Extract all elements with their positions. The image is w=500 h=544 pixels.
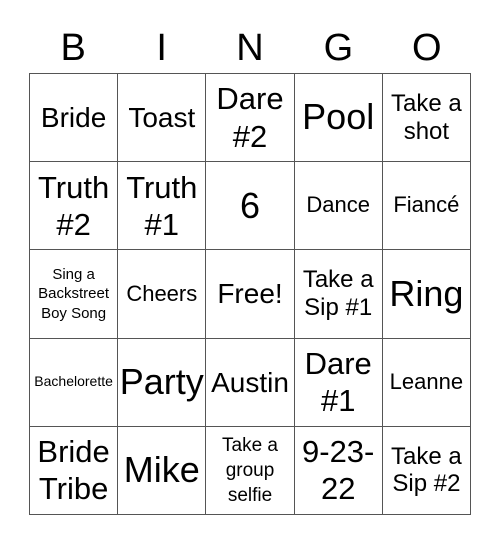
bingo-cell[interactable]: Dare #1 <box>294 338 383 427</box>
header-letter-n: N <box>236 27 264 69</box>
bingo-cell[interactable]: Fiancé <box>382 162 471 251</box>
bingo-cell[interactable]: Take a Sip #2 <box>382 426 471 515</box>
bingo-cell[interactable]: Take a shot <box>382 74 471 163</box>
bingo-cell[interactable]: Cheers <box>118 250 207 339</box>
bingo-cell[interactable]: Free! <box>206 250 295 339</box>
bingo-cell[interactable]: Toast <box>118 74 207 163</box>
bingo-cell[interactable]: Pool <box>294 74 383 163</box>
bingo-cell[interactable]: Leanne <box>382 338 471 427</box>
bingo-cell[interactable]: Truth #2 <box>30 162 119 251</box>
bingo-cell[interactable]: Dare #2 <box>206 74 295 163</box>
bingo-grid: Bride Toast Dare #2 Pool Take a shot Tru… <box>29 73 471 515</box>
header-letter-b: B <box>60 27 86 69</box>
bingo-cell[interactable]: Austin <box>206 338 295 427</box>
header-letter-i: I <box>156 27 167 69</box>
bingo-cell[interactable]: Mike <box>118 426 207 515</box>
bingo-cell[interactable]: Party <box>118 338 207 427</box>
bingo-cell[interactable]: Take a group selfie <box>206 426 295 515</box>
bingo-cell[interactable]: 9-23-22 <box>294 426 383 515</box>
bingo-cell[interactable]: Bride <box>30 74 119 163</box>
bingo-cell[interactable]: 6 <box>206 162 295 251</box>
bingo-cell[interactable]: Bride Tribe <box>30 426 119 515</box>
bingo-cell[interactable]: Truth #1 <box>118 162 207 251</box>
header-letter-o: O <box>412 27 442 69</box>
header-letter-g: G <box>323 27 354 69</box>
bingo-cell[interactable]: Dance <box>294 162 383 251</box>
bingo-header: B I N G O <box>29 22 471 74</box>
bingo-cell[interactable]: Ring <box>382 250 471 339</box>
bingo-cell[interactable]: Bachelorette <box>30 338 119 427</box>
bingo-cell[interactable]: Take a Sip #1 <box>294 250 383 339</box>
bingo-cell[interactable]: Sing a Backstreet Boy Song <box>30 250 119 339</box>
